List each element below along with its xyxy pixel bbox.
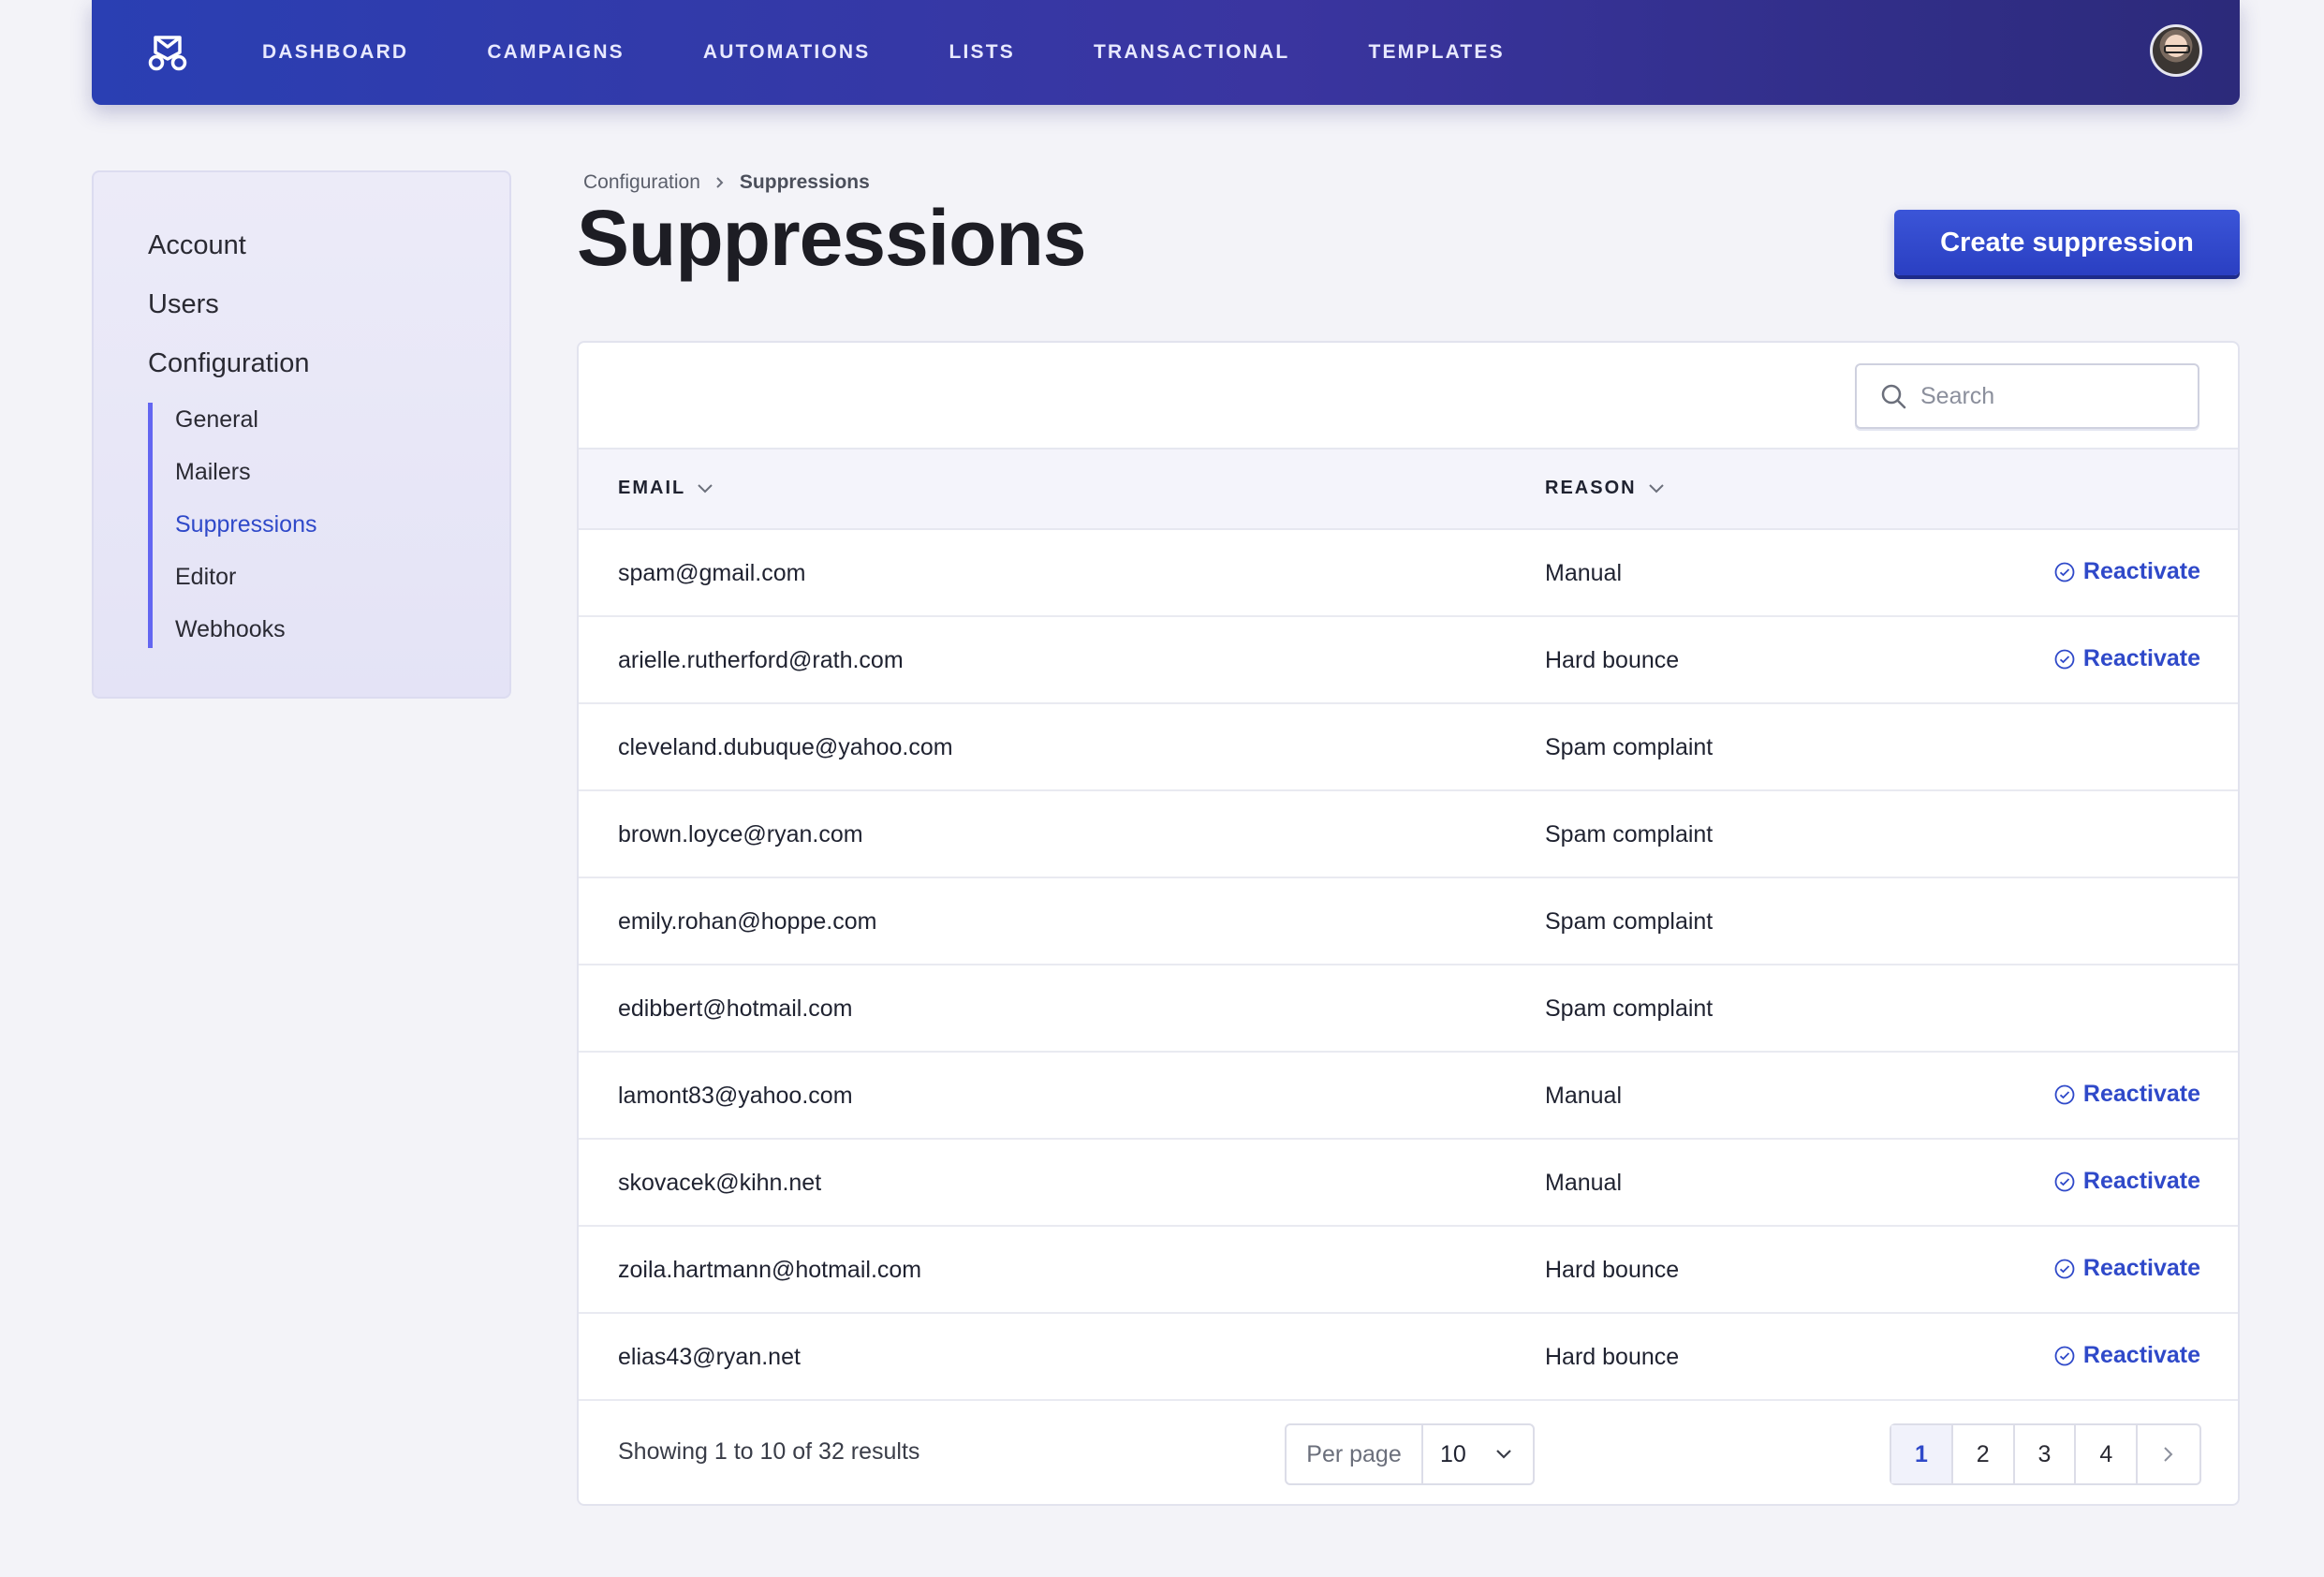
sidebar-item-general[interactable]: General bbox=[175, 406, 258, 434]
nav-lists[interactable]: LISTS bbox=[949, 41, 1016, 64]
reason-cell: Spam complaint bbox=[1545, 821, 1714, 847]
page-button-1[interactable]: 1 bbox=[1891, 1425, 1953, 1483]
email-cell: emily.rohan@hoppe.com bbox=[618, 908, 877, 935]
reactivate-label: Reactivate bbox=[2082, 558, 2200, 584]
column-reason-header[interactable]: REASON bbox=[1545, 478, 1665, 499]
reason-cell: Manual bbox=[1545, 1170, 1622, 1196]
sidebar-item-configuration[interactable]: Configuration bbox=[148, 348, 310, 379]
reason-cell: Spam complaint bbox=[1545, 995, 1714, 1022]
chevron-down-icon bbox=[698, 483, 713, 493]
sidebar-item-account[interactable]: Account bbox=[148, 230, 246, 261]
check-circle-icon bbox=[2054, 1084, 2075, 1104]
column-email-label: EMAIL bbox=[618, 478, 686, 498]
email-cell: skovacek@kihn.net bbox=[618, 1170, 822, 1196]
sidebar-item-editor[interactable]: Editor bbox=[175, 564, 236, 591]
table-row: emily.rohan@hoppe.com Spam complaint bbox=[579, 878, 2238, 965]
search-input[interactable] bbox=[1920, 382, 2183, 410]
per-page-value-text: 10 bbox=[1440, 1440, 1466, 1467]
check-circle-icon bbox=[2054, 1259, 2075, 1278]
create-suppression-button[interactable]: Create suppression bbox=[1894, 210, 2240, 275]
reactivate-label: Reactivate bbox=[2082, 645, 2200, 671]
table-row: cleveland.dubuque@yahoo.com Spam complain… bbox=[579, 704, 2238, 791]
table-row: zoila.hartmann@hotmail.com Hard bounce Rea… bbox=[579, 1227, 2238, 1314]
reason-cell: Hard bounce bbox=[1545, 647, 1680, 673]
table-row: skovacek@kihn.net Manual Reactivate bbox=[579, 1140, 2238, 1227]
sidebar-item-webhooks[interactable]: Webhooks bbox=[175, 616, 286, 643]
table-row: brown.loyce@ryan.com Spam complaint bbox=[579, 791, 2238, 878]
table-row: lamont83@yahoo.com Manual Reactivate bbox=[579, 1053, 2238, 1140]
next-page-button[interactable] bbox=[2138, 1425, 2199, 1483]
check-circle-icon bbox=[2054, 1346, 2075, 1365]
nav-campaigns[interactable]: CAMPAIGNS bbox=[487, 41, 625, 64]
check-circle-icon bbox=[2054, 649, 2075, 669]
email-cell: zoila.hartmann@hotmail.com bbox=[618, 1257, 922, 1283]
sidebar-item-mailers[interactable]: Mailers bbox=[175, 459, 251, 486]
reactivate-button[interactable]: Reactivate bbox=[2053, 1255, 2200, 1282]
logo-icon[interactable] bbox=[144, 28, 191, 75]
reactivate-label: Reactivate bbox=[2082, 1255, 2200, 1281]
reactivate-label: Reactivate bbox=[2082, 1081, 2200, 1107]
reactivate-button[interactable]: Reactivate bbox=[2053, 1342, 2200, 1369]
reason-cell: Spam complaint bbox=[1545, 908, 1714, 935]
table-header: EMAIL REASON bbox=[579, 448, 2238, 530]
check-circle-icon bbox=[2054, 562, 2075, 582]
sidebar-item-users[interactable]: Users bbox=[148, 289, 219, 320]
page-button-4[interactable]: 4 bbox=[2076, 1425, 2139, 1483]
reactivate-button[interactable]: Reactivate bbox=[2053, 1081, 2200, 1108]
main-nav: DASHBOARD CAMPAIGNS AUTOMATIONS LISTS TR… bbox=[262, 0, 1583, 105]
table-row: elias43@ryan.net Hard bounce Reactivate bbox=[579, 1314, 2238, 1401]
reactivate-button[interactable]: Reactivate bbox=[2053, 1168, 2200, 1195]
search-box[interactable] bbox=[1855, 363, 2199, 429]
email-cell: edibbert@hotmail.com bbox=[618, 995, 853, 1022]
configuration-submenu: General Mailers Suppressions Editor Webh… bbox=[148, 403, 448, 648]
breadcrumb: Configuration Suppressions bbox=[583, 171, 870, 194]
email-cell: brown.loyce@ryan.com bbox=[618, 821, 863, 847]
per-page-value[interactable]: 10 bbox=[1423, 1441, 1533, 1468]
reactivate-button[interactable]: Reactivate bbox=[2053, 558, 2200, 585]
reason-cell: Hard bounce bbox=[1545, 1257, 1680, 1283]
table-footer: Showing 1 to 10 of 32 results Per page 1… bbox=[579, 1401, 2238, 1504]
nav-automations[interactable]: AUTOMATIONS bbox=[703, 41, 871, 64]
table-row: arielle.rutherford@rath.com Hard bounce Re… bbox=[579, 617, 2238, 704]
reactivate-label: Reactivate bbox=[2082, 1342, 2200, 1368]
column-email-header[interactable]: EMAIL bbox=[618, 478, 713, 499]
reactivate-button[interactable]: Reactivate bbox=[2053, 645, 2200, 672]
chevron-right-icon bbox=[716, 177, 724, 188]
check-circle-icon bbox=[2054, 1172, 2075, 1191]
table-row: edibbert@hotmail.com Spam complaint bbox=[579, 965, 2238, 1053]
per-page-select[interactable]: Per page 10 bbox=[1285, 1423, 1535, 1485]
settings-sidebar: Account Users Configuration General Mail… bbox=[92, 170, 511, 699]
email-cell: cleveland.dubuque@yahoo.com bbox=[618, 734, 953, 760]
email-cell: arielle.rutherford@rath.com bbox=[618, 647, 904, 673]
email-cell: elias43@ryan.net bbox=[618, 1344, 801, 1370]
nav-transactional[interactable]: TRANSACTIONAL bbox=[1094, 41, 1289, 64]
pagination: 1 2 3 4 bbox=[1890, 1423, 2201, 1485]
breadcrumb-current: Suppressions bbox=[739, 171, 870, 193]
top-navbar: DASHBOARD CAMPAIGNS AUTOMATIONS LISTS TR… bbox=[92, 0, 2240, 105]
user-avatar[interactable] bbox=[2150, 24, 2202, 77]
page-button-3[interactable]: 3 bbox=[2015, 1425, 2077, 1483]
page-title: Suppressions bbox=[577, 194, 1086, 282]
sidebar-item-suppressions[interactable]: Suppressions bbox=[175, 511, 316, 538]
chevron-right-icon bbox=[2164, 1447, 2173, 1462]
reason-cell: Spam complaint bbox=[1545, 734, 1714, 760]
breadcrumb-parent[interactable]: Configuration bbox=[583, 171, 700, 194]
page-button-2[interactable]: 2 bbox=[1953, 1425, 2015, 1483]
email-cell: lamont83@yahoo.com bbox=[618, 1083, 853, 1109]
reactivate-label: Reactivate bbox=[2082, 1168, 2200, 1194]
nav-templates[interactable]: TEMPLATES bbox=[1368, 41, 1504, 64]
chevron-down-icon bbox=[1648, 483, 1664, 493]
reason-cell: Manual bbox=[1545, 1083, 1622, 1109]
results-summary: Showing 1 to 10 of 32 results bbox=[618, 1438, 920, 1465]
reason-cell: Hard bounce bbox=[1545, 1344, 1680, 1370]
column-reason-label: REASON bbox=[1545, 478, 1637, 498]
per-page-label: Per page bbox=[1287, 1425, 1423, 1483]
search-icon bbox=[1881, 384, 1906, 409]
reason-cell: Manual bbox=[1545, 560, 1622, 586]
suppressions-table-card: EMAIL REASON spam@gmail.com Manual Reactiv… bbox=[577, 341, 2240, 1506]
chevron-down-icon bbox=[1496, 1450, 1511, 1459]
email-cell: spam@gmail.com bbox=[618, 560, 806, 586]
nav-dashboard[interactable]: DASHBOARD bbox=[262, 41, 408, 64]
table-row: spam@gmail.com Manual Reactivate bbox=[579, 530, 2238, 617]
